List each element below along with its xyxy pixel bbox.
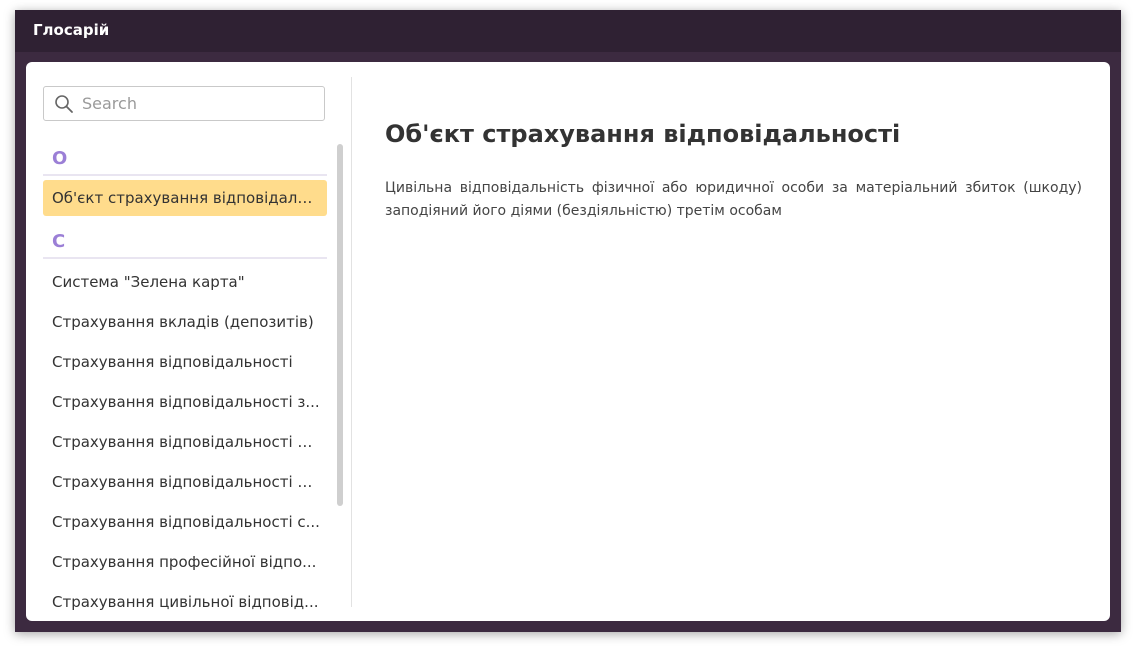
term-item[interactable]: Страхування відповідальності <box>43 344 327 380</box>
term-label: Страхування вкладів (депозитів) <box>52 313 314 331</box>
term-label: Страхування відповідальності з... <box>52 393 320 411</box>
term-sidebar: О Об'єкт страхування відповідальності С … <box>26 62 351 621</box>
glossary-window: Глосарій О Об'єкт страхування відповідал… <box>15 10 1121 632</box>
search-input[interactable] <box>82 87 318 120</box>
term-title: Об'єкт страхування відповідальності <box>385 120 901 148</box>
term-item[interactable]: Система "Зелена карта" <box>43 264 327 300</box>
letter-heading-o: О <box>43 142 327 176</box>
term-label: Страхування відповідальності п... <box>52 473 320 491</box>
term-label: Об'єкт страхування відповідальності <box>52 189 320 207</box>
term-item[interactable]: Страхування професійної відпо... <box>43 544 327 580</box>
term-item[interactable]: Страхування відповідальності п... <box>43 424 327 460</box>
term-label: Страхування професійної відпо... <box>52 553 317 571</box>
term-item-selected[interactable]: Об'єкт страхування відповідальності <box>43 180 327 216</box>
term-item[interactable]: Страхування цивільної відповід... <box>43 584 327 620</box>
term-label: Страхування відповідальності п... <box>52 433 320 451</box>
term-detail: Об'єкт страхування відповідальності Циві… <box>352 62 1110 621</box>
term-list: О Об'єкт страхування відповідальності С … <box>26 142 338 621</box>
letter-heading-s: С <box>43 225 327 259</box>
glossary-panel: О Об'єкт страхування відповідальності С … <box>26 62 1110 621</box>
term-item[interactable]: Страхування вкладів (депозитів) <box>43 304 327 340</box>
term-item[interactable]: Страхування відповідальності с... <box>43 504 327 540</box>
letter-label: О <box>52 148 68 169</box>
title-bar: Глосарій <box>15 10 1121 52</box>
term-item[interactable]: Страхування відповідальності з... <box>43 384 327 420</box>
letter-label: С <box>52 231 66 252</box>
term-label: Страхування відповідальності <box>52 353 293 371</box>
search-icon <box>55 95 73 113</box>
term-label: Страхування відповідальності с... <box>52 513 320 531</box>
term-label: Страхування цивільної відповід... <box>52 593 319 611</box>
list-scrollbar[interactable] <box>337 144 343 506</box>
window-title: Глосарій <box>33 21 110 39</box>
search-box[interactable] <box>43 86 325 121</box>
term-label: Система "Зелена карта" <box>52 273 245 291</box>
term-definition: Цивільна відповідальність фізичної або ю… <box>385 180 1082 219</box>
term-item[interactable]: Страхування відповідальності п... <box>43 464 327 500</box>
